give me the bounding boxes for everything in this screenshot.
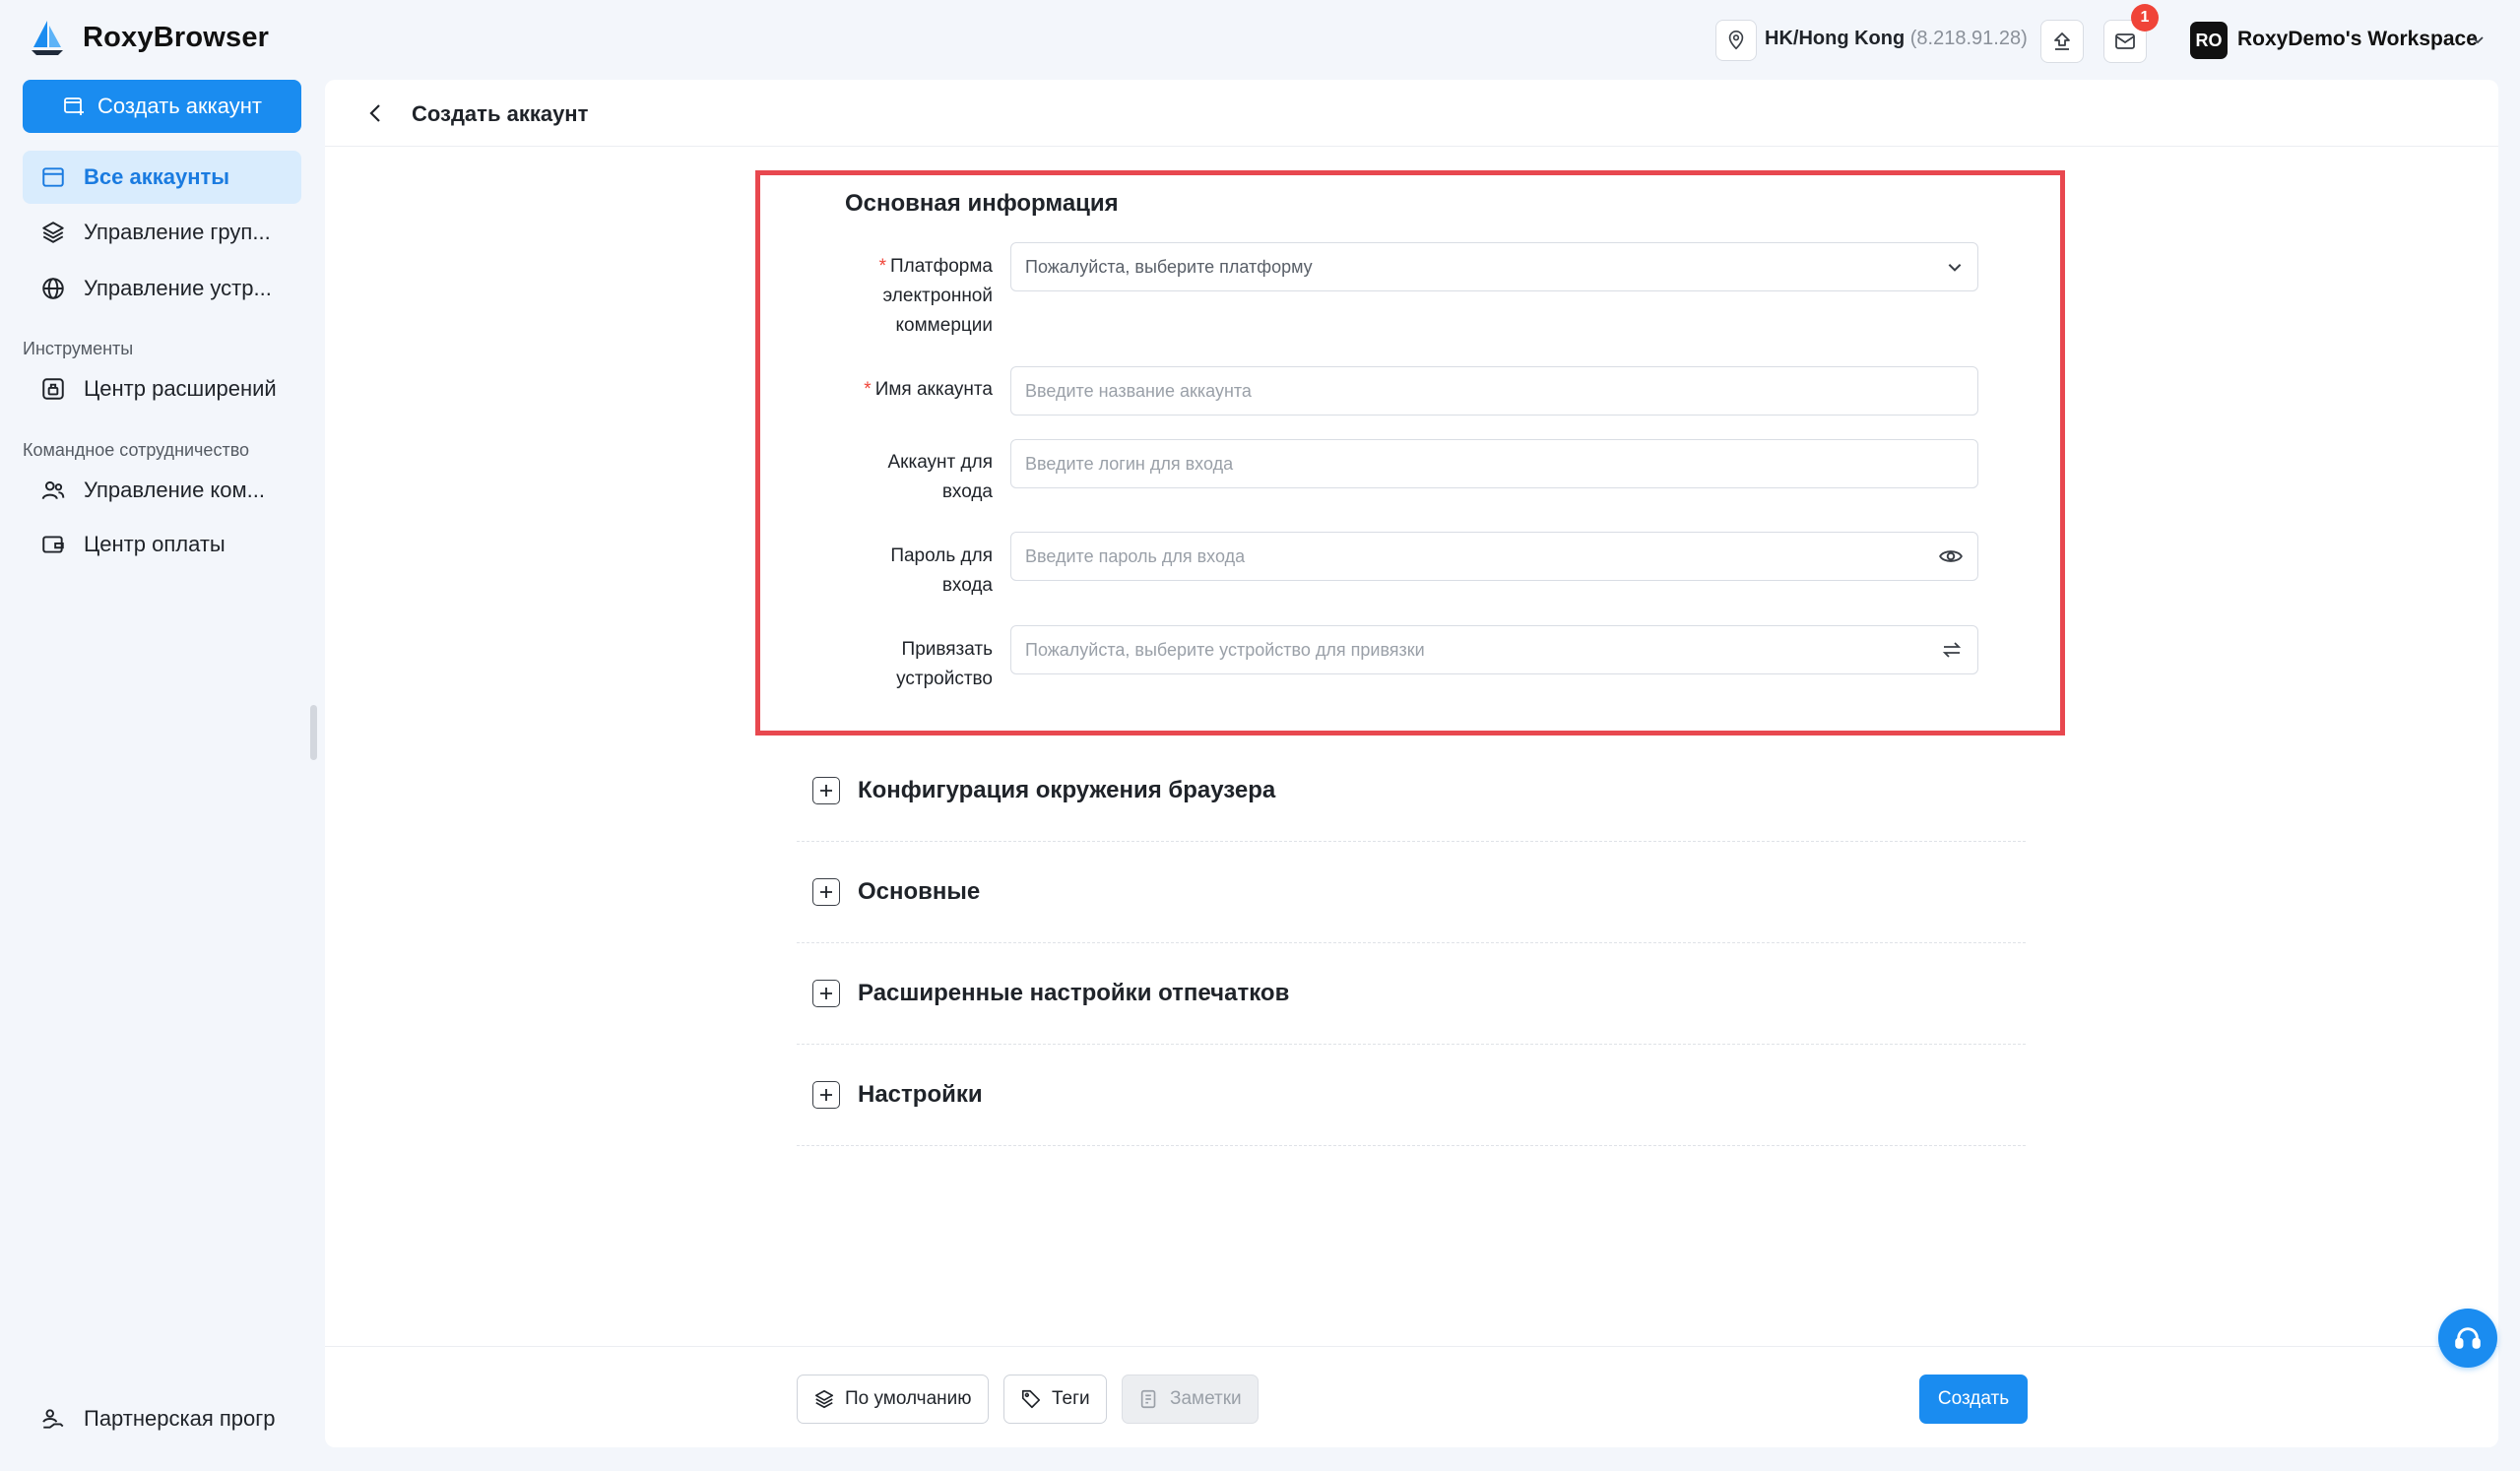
login-field[interactable]: [1010, 439, 1978, 488]
section-title: Расширенные настройки отпечатков: [858, 980, 1290, 1006]
headset-icon: [2452, 1322, 2484, 1354]
sidebar-item-all-accounts[interactable]: Все аккаунты: [23, 151, 301, 204]
plus-icon: [812, 878, 840, 906]
sidebar-item-groups[interactable]: Управление груп...: [23, 206, 301, 259]
password-label: Пароль для входа: [890, 545, 993, 596]
section-title: Основные: [858, 878, 981, 905]
sidebar-item-label: Центр оплаты: [84, 532, 226, 556]
password-input[interactable]: [1025, 545, 1928, 567]
globe-icon: [40, 276, 66, 301]
sidebar-section-team: Командное сотрудничество: [23, 440, 250, 460]
section-settings[interactable]: Настройки: [797, 1045, 2026, 1146]
page-header: Создать аккаунт: [325, 80, 2498, 147]
sidebar-item-label: Все аккаунты: [84, 164, 230, 189]
eye-icon[interactable]: [1938, 544, 1964, 569]
notes-button[interactable]: Заметки: [1122, 1375, 1259, 1424]
mail-icon: [2113, 30, 2137, 53]
sidebar-section-tools: Инструменты: [23, 339, 134, 358]
chevron-down-icon: [1946, 258, 1964, 276]
support-button[interactable]: [2438, 1309, 2497, 1368]
sidebar-item-extensions[interactable]: Центр расширений: [23, 362, 301, 416]
device-label: Привязать устройство: [896, 639, 993, 689]
location-pin-icon: [1725, 30, 1747, 51]
sidebar-item-partner[interactable]: Партнерская прогр: [23, 1392, 301, 1445]
notes-label: Заметки: [1170, 1388, 1242, 1409]
login-label: Аккаунт для входа: [887, 452, 993, 502]
section-advanced-fingerprint[interactable]: Расширенные настройки отпечатков: [797, 943, 2026, 1045]
section-general[interactable]: Основные: [797, 842, 2026, 943]
location-ip: (8.218.91.28): [1909, 28, 2028, 49]
login-input[interactable]: [1025, 453, 1964, 475]
sidebar-item-label: Управление ком...: [84, 478, 265, 502]
brand-name: RoxyBrowser: [83, 21, 270, 53]
account-name-label: * Имя аккаунта: [864, 379, 993, 400]
password-field[interactable]: [1010, 532, 1978, 581]
back-arrow-icon[interactable]: [364, 101, 388, 125]
chevron-down-icon[interactable]: [2470, 32, 2486, 47]
required-mark: *: [878, 256, 886, 277]
plus-icon: [812, 980, 840, 1007]
section-browser-environment[interactable]: Конфигурация окружения браузера: [797, 740, 2026, 842]
account-name-field[interactable]: [1010, 366, 1978, 416]
default-group-label: По умолчанию: [845, 1388, 972, 1409]
create-account-icon: [62, 95, 86, 118]
plus-icon: [812, 1081, 840, 1109]
location-button[interactable]: [1715, 20, 1757, 61]
sidebar-item-label: Управление груп...: [84, 220, 271, 244]
platform-select-value: Пожалуйста, выберите платформу: [1025, 256, 1313, 277]
partner-icon: [40, 1406, 66, 1432]
section-title-basic-info: Основная информация: [845, 190, 1119, 217]
page-title: Создать аккаунт: [412, 101, 589, 126]
location-name: HK/Hong Kong: [1765, 28, 1906, 49]
upload-icon: [2050, 30, 2074, 53]
plus-icon: [812, 777, 840, 804]
device-select-value: Пожалуйста, выберите устройство для прив…: [1025, 639, 1425, 660]
tags-label: Теги: [1052, 1388, 1090, 1409]
brand[interactable]: RoxyBrowser: [28, 18, 269, 57]
main-panel: Создать аккаунт Основная информация * Пла…: [325, 80, 2498, 1447]
section-title: Настройки: [858, 1081, 983, 1108]
create-account-button[interactable]: Создать аккаунт: [23, 80, 301, 133]
sidebar-item-billing[interactable]: Центр оплаты: [23, 518, 301, 571]
sidebar-item-label: Партнерская прогр: [84, 1406, 276, 1431]
workspace-avatar[interactable]: RO: [2190, 22, 2228, 59]
proxy-location: HK/Hong Kong (8.218.91.28): [1765, 28, 2028, 50]
wallet-icon: [40, 532, 66, 557]
workspace-name[interactable]: RoxyDemo's Workspace: [2237, 28, 2478, 51]
extensions-icon: [40, 376, 66, 402]
create-button[interactable]: Создать: [1919, 1375, 2028, 1424]
account-name-input[interactable]: [1025, 380, 1964, 402]
sidebar-item-label: Управление устр...: [84, 276, 272, 300]
section-title: Конфигурация окружения браузера: [858, 777, 1276, 803]
window-icon: [40, 164, 66, 190]
layers-icon: [813, 1388, 835, 1410]
platform-select[interactable]: Пожалуйста, выберите платформу: [1010, 242, 1978, 291]
tag-icon: [1020, 1388, 1042, 1410]
create-account-label: Создать аккаунт: [97, 94, 262, 118]
top-bar: RoxyBrowser HK/Hong Kong (8.218.91.28) 1…: [0, 0, 2520, 79]
sidebar-item-team[interactable]: Управление ком...: [23, 464, 301, 517]
form-footer: По умолчанию Теги Заметки Создать: [325, 1346, 2498, 1447]
layers-icon: [40, 220, 66, 245]
tags-button[interactable]: Теги: [1003, 1375, 1107, 1424]
sidebar-item-devices[interactable]: Управление устр...: [23, 262, 301, 315]
sidebar-item-label: Центр расширений: [84, 376, 277, 401]
device-select[interactable]: Пожалуйста, выберите устройство для прив…: [1010, 625, 1978, 674]
swap-icon[interactable]: [1940, 638, 1964, 662]
notification-badge: 1: [2131, 4, 2159, 32]
notes-icon: [1138, 1388, 1160, 1410]
users-icon: [40, 478, 66, 503]
sidebar-scroll-handle[interactable]: [310, 705, 317, 760]
platform-label: * Платформа электронной коммерции: [878, 256, 993, 336]
sail-logo-icon: [28, 18, 67, 57]
upload-button[interactable]: [2040, 20, 2084, 63]
required-mark: *: [864, 379, 872, 400]
default-group-button[interactable]: По умолчанию: [797, 1375, 989, 1424]
